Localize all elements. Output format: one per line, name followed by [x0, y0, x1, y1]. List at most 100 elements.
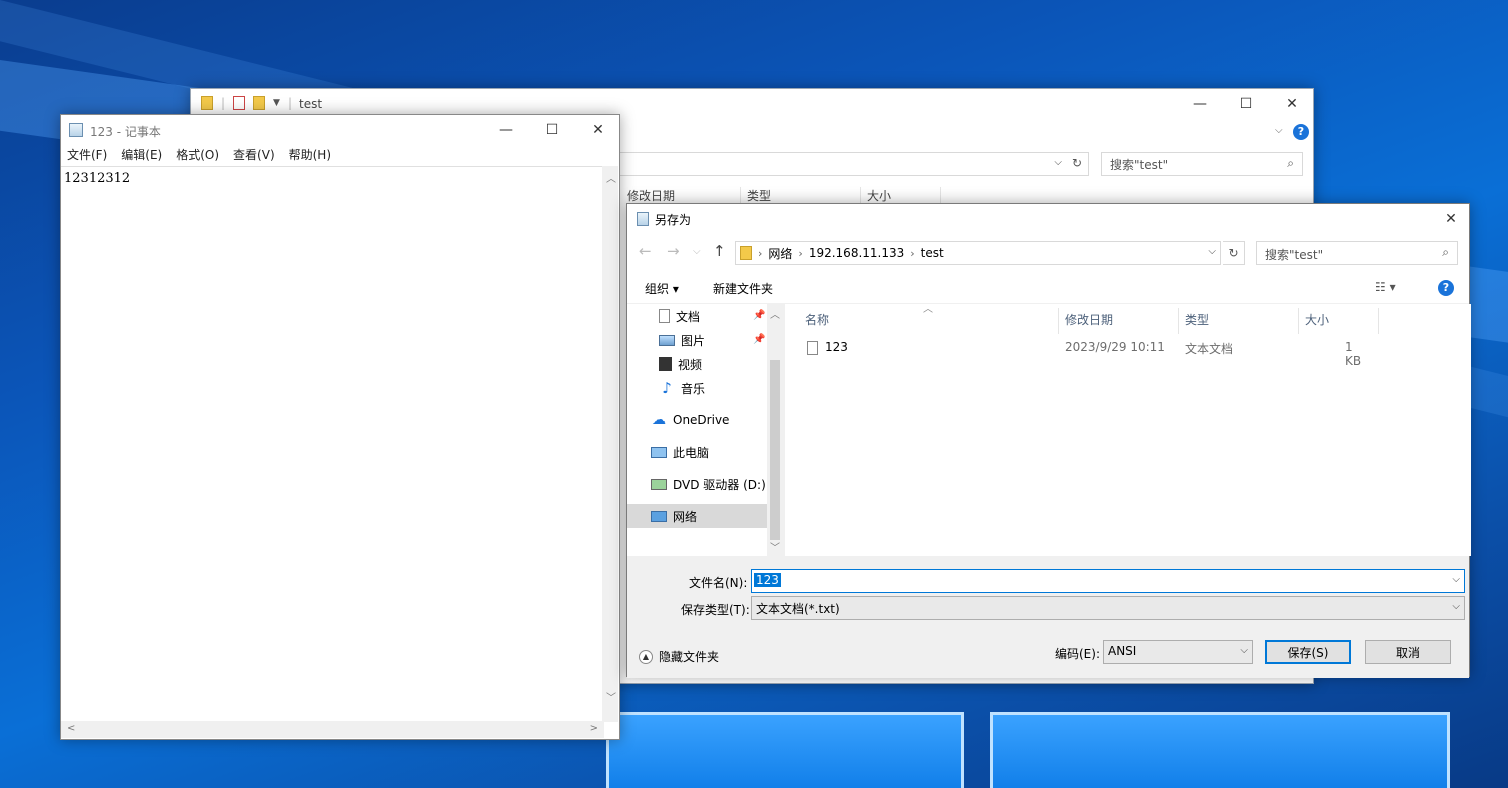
- maximize-button[interactable]: ☐: [529, 115, 575, 145]
- menu-view[interactable]: 查看(V): [233, 145, 275, 165]
- nav-label: 音乐: [681, 381, 706, 396]
- column-modified[interactable]: 修改日期: [1059, 308, 1179, 334]
- file-row[interactable]: 123 2023/9/29 10:11 文本文档 1 KB: [801, 338, 1361, 368]
- help-icon[interactable]: ?: [1293, 124, 1309, 140]
- save-as-dialog[interactable]: 另存为 ✕ ← → ⌵ ↑ › 网络 › 192.168.11.133 › te…: [626, 203, 1471, 678]
- title-bar[interactable]: 另存为 ✕: [627, 204, 1469, 234]
- encoding-select[interactable]: ANSI ⌵: [1103, 640, 1253, 664]
- menu-file[interactable]: 文件(F): [67, 145, 107, 165]
- quick-access-toolbar: | ▼ |: [201, 96, 292, 110]
- help-icon[interactable]: ?: [1438, 280, 1454, 296]
- chevron-down-icon[interactable]: ⌵: [1208, 246, 1216, 257]
- scroll-down-icon[interactable]: ﹀: [606, 689, 616, 704]
- address-bar[interactable]: ⌵ ↻: [619, 152, 1089, 176]
- expand-ribbon-icon[interactable]: ⌵: [1275, 125, 1283, 136]
- customize-toolbar-icon[interactable]: ▼: [273, 98, 280, 108]
- search-input[interactable]: 搜索"test" ⌕: [1101, 152, 1303, 176]
- text-editor[interactable]: 12312312: [61, 166, 604, 722]
- scroll-up-icon[interactable]: ︿: [770, 306, 780, 321]
- breadcrumb-folder[interactable]: test: [915, 246, 950, 260]
- back-icon[interactable]: ←: [639, 242, 652, 260]
- new-folder-icon[interactable]: [253, 96, 266, 110]
- minimize-button[interactable]: —: [1177, 89, 1223, 119]
- nav-label: 图片: [681, 333, 706, 348]
- nav-item-this-pc[interactable]: 此电脑: [627, 441, 767, 463]
- cancel-button[interactable]: 取消: [1365, 640, 1451, 664]
- document-icon: [659, 309, 670, 323]
- filetype-select[interactable]: 文本文档(*.txt) ⌵: [751, 596, 1465, 620]
- cloud-icon: ☁: [652, 412, 666, 428]
- scroll-down-icon[interactable]: ﹀: [770, 539, 780, 554]
- column-size[interactable]: 大小: [1299, 308, 1379, 334]
- forward-icon[interactable]: →: [667, 242, 680, 260]
- notepad-window[interactable]: 123 - 记事本 — ☐ ✕ 文件(F) 编辑(E) 格式(O) 查看(V) …: [60, 114, 620, 740]
- chevron-down-icon[interactable]: ⌵: [1240, 645, 1248, 656]
- network-icon: [651, 510, 667, 522]
- close-button[interactable]: ✕: [1269, 89, 1315, 119]
- scroll-right-icon[interactable]: >: [590, 723, 598, 734]
- organize-button[interactable]: 组织 ▾: [645, 280, 679, 297]
- horizontal-scrollbar[interactable]: < >: [61, 721, 604, 738]
- scrollbar-thumb[interactable]: [770, 360, 780, 540]
- save-options: 文件名(N): 123 ⌵ 保存类型(T): 文本文档(*.txt) ⌵ ▲ 隐…: [627, 556, 1469, 678]
- search-placeholder: 搜索"test": [1110, 158, 1169, 172]
- new-folder-button[interactable]: 新建文件夹: [713, 280, 773, 297]
- breadcrumb-host[interactable]: 192.168.11.133: [803, 246, 910, 260]
- search-placeholder: 搜索"test": [1265, 248, 1324, 262]
- nav-label: 视频: [678, 357, 703, 372]
- menu-format[interactable]: 格式(O): [176, 145, 219, 165]
- refresh-button[interactable]: ↻: [1223, 241, 1245, 265]
- scroll-up-icon[interactable]: ︿: [606, 170, 616, 185]
- navigation-scrollbar[interactable]: ︿ ﹀: [767, 304, 783, 556]
- hide-folders-button[interactable]: ▲ 隐藏文件夹: [639, 648, 719, 665]
- refresh-icon[interactable]: ↻: [1072, 156, 1082, 170]
- notepad-icon: [637, 212, 649, 226]
- save-button[interactable]: 保存(S): [1265, 640, 1351, 664]
- chevron-down-icon[interactable]: ⌵: [1452, 601, 1460, 612]
- chevron-down-icon[interactable]: ⌵: [1452, 574, 1460, 585]
- scroll-left-icon[interactable]: <: [67, 723, 75, 734]
- minimize-button[interactable]: —: [483, 115, 529, 145]
- properties-icon[interactable]: [233, 96, 246, 110]
- window-logo-pane: [606, 712, 964, 788]
- filename-input[interactable]: 123 ⌵: [751, 569, 1465, 593]
- nav-item-network[interactable]: 网络: [627, 504, 767, 528]
- address-bar[interactable]: › 网络 › 192.168.11.133 › test ⌵: [735, 241, 1221, 265]
- chevron-down-icon[interactable]: ⌵: [1054, 157, 1062, 168]
- close-button[interactable]: ✕: [575, 115, 621, 145]
- nav-item-music[interactable]: ♪ 音乐: [627, 377, 767, 399]
- search-input[interactable]: 搜索"test" ⌕: [1256, 241, 1458, 265]
- file-list: ︿ 名称 修改日期 类型 大小 123 2023/9/29 10:11 文本文档…: [785, 304, 1471, 556]
- menu-edit[interactable]: 编辑(E): [121, 145, 162, 165]
- title-bar[interactable]: 123 - 记事本 — ☐ ✕: [61, 115, 619, 145]
- music-icon: ♪: [662, 379, 672, 397]
- pin-icon[interactable]: 📌: [753, 310, 765, 321]
- up-icon[interactable]: ↑: [713, 242, 726, 260]
- nav-label: 此电脑: [673, 445, 710, 460]
- computer-icon: [651, 446, 667, 458]
- nav-item-onedrive[interactable]: ☁ OneDrive: [627, 409, 767, 431]
- file-size: 1 KB: [1345, 340, 1362, 368]
- nav-item-documents[interactable]: 文档: [627, 305, 767, 327]
- menu-help[interactable]: 帮助(H): [289, 145, 331, 165]
- recent-locations-icon[interactable]: ⌵: [693, 246, 701, 257]
- nav-item-videos[interactable]: 视频: [627, 353, 767, 375]
- nav-label: 网络: [673, 509, 698, 524]
- view-options-icon[interactable]: ☷ ▾: [1375, 280, 1396, 294]
- dialog-title: 另存为: [655, 213, 692, 227]
- vertical-scrollbar[interactable]: ︿ ﹀: [602, 166, 618, 722]
- command-toolbar: 组织 ▾ 新建文件夹 ☷ ▾ ?: [627, 272, 1469, 304]
- window-title: test: [299, 97, 323, 111]
- pin-icon[interactable]: 📌: [753, 334, 765, 345]
- column-type[interactable]: 类型: [1179, 308, 1299, 334]
- close-button[interactable]: ✕: [1433, 204, 1469, 234]
- breadcrumb-network[interactable]: 网络: [762, 245, 798, 262]
- nav-label: DVD 驱动器 (D:): [673, 477, 766, 492]
- nav-item-pictures[interactable]: 图片: [627, 329, 767, 351]
- network-folder-icon: [740, 246, 752, 260]
- file-type: 文本文档: [1185, 342, 1234, 356]
- maximize-button[interactable]: ☐: [1223, 89, 1269, 119]
- nav-item-dvd[interactable]: DVD 驱动器 (D:): [627, 473, 767, 495]
- folder-pin-icon[interactable]: [201, 96, 213, 110]
- column-name[interactable]: 名称: [799, 308, 1059, 334]
